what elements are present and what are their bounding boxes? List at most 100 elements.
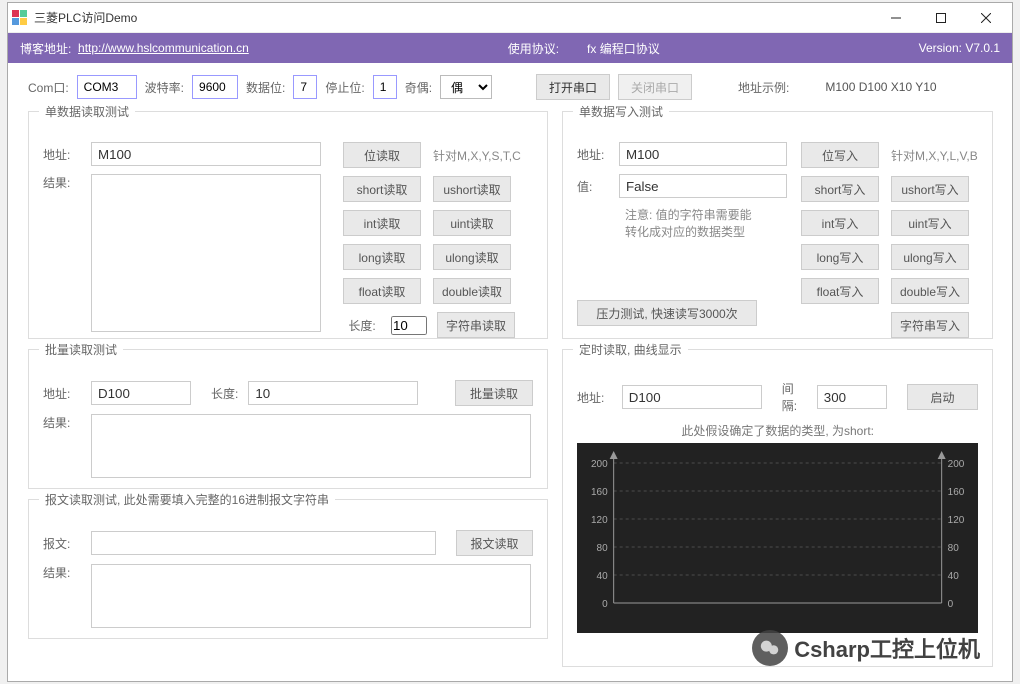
com-label: Com口: (28, 79, 69, 96)
stopbits-input[interactable] (373, 75, 397, 99)
msg-read-button[interactable]: 报文读取 (456, 530, 533, 556)
svg-text:120: 120 (948, 515, 965, 526)
sr-len-input[interactable] (391, 316, 427, 335)
sw-hint1: 注意: 值的字符串需要能 (625, 206, 787, 223)
uint-write-button[interactable]: uint写入 (891, 210, 969, 236)
long-write-button[interactable]: long写入 (801, 244, 879, 270)
svg-text:80: 80 (597, 543, 609, 554)
batch-read-group: 批量读取测试 地址: 长度: 批量读取 结果: (28, 349, 548, 489)
blog-label: 博客地址: (20, 40, 71, 57)
br-len-label: 长度: (211, 385, 238, 402)
titlebar: 三菱PLC访问Demo (8, 3, 1012, 33)
sr-result-area[interactable] (91, 174, 321, 332)
single-read-group: 单数据读取测试 地址: 结果: 位读取针对M,X,Y,S,T,C (28, 111, 548, 339)
svg-text:0: 0 (602, 599, 608, 610)
bit-write-button[interactable]: 位写入 (801, 142, 879, 168)
tr-interval-label: 间隔: (782, 380, 807, 414)
svg-text:160: 160 (591, 487, 608, 498)
mr-msg-input[interactable] (91, 531, 437, 555)
config-row: Com口: 波特率: 数据位: 停止位: 奇偶: 偶 打开串口 关闭串口 地址示… (8, 63, 1012, 111)
parity-label: 奇偶: (405, 79, 432, 96)
int-read-button[interactable]: int读取 (343, 210, 421, 236)
uint-read-button[interactable]: uint读取 (433, 210, 511, 236)
int-write-button[interactable]: int写入 (801, 210, 879, 236)
br-addr-input[interactable] (91, 381, 191, 405)
br-addr-label: 地址: (43, 385, 81, 402)
tr-interval-input[interactable] (817, 385, 887, 409)
protocol-value: fx 编程口协议 (587, 40, 660, 57)
watermark: Csharp工控上位机 (752, 630, 980, 666)
stopbits-label: 停止位: (325, 79, 364, 96)
br-len-input[interactable] (248, 381, 418, 405)
float-write-button[interactable]: float写入 (801, 278, 879, 304)
maximize-button[interactable] (918, 4, 963, 32)
minimize-button[interactable] (873, 4, 918, 32)
batch-read-button[interactable]: 批量读取 (455, 380, 533, 406)
bit-read-button[interactable]: 位读取 (343, 142, 421, 168)
com-input[interactable] (77, 75, 137, 99)
msg-read-group: 报文读取测试, 此处需要填入完整的16进制报文字符串 报文: 报文读取 结果: (28, 499, 548, 639)
window-title: 三菱PLC访问Demo (34, 9, 873, 26)
ulong-write-button[interactable]: ulong写入 (891, 244, 969, 270)
databits-input[interactable] (293, 75, 317, 99)
databits-label: 数据位: (246, 79, 285, 96)
wechat-icon (752, 630, 788, 666)
version-label: Version: V7.0.1 (919, 41, 1000, 55)
single-write-group: 单数据写入测试 地址: 值: 注意: 值的字符串需要能 转化成对应的数据类型 压… (562, 111, 993, 339)
mr-result-label: 结果: (43, 564, 81, 581)
mr-result-area[interactable] (91, 564, 531, 628)
double-write-button[interactable]: double写入 (891, 278, 969, 304)
string-read-button[interactable]: 字符串读取 (437, 312, 515, 338)
app-window: 三菱PLC访问Demo 博客地址: http://www.hslcommunic… (7, 2, 1013, 682)
pressure-test-button[interactable]: 压力测试, 快速读写3000次 (577, 300, 757, 326)
chart-area: 040 80120 160200 04080 120160200 (577, 443, 978, 633)
watermark-text: Csharp工控上位机 (794, 632, 980, 664)
baud-input[interactable] (192, 75, 238, 99)
svg-text:40: 40 (597, 571, 609, 582)
sw-addr-label: 地址: (577, 146, 609, 163)
svg-text:160: 160 (948, 487, 965, 498)
sw-hint-right: 针对M,X,Y,L,V,B (891, 147, 978, 164)
start-button[interactable]: 启动 (907, 384, 979, 410)
mr-msg-label: 报文: (43, 535, 81, 552)
sr-addr-input[interactable] (91, 142, 321, 166)
blog-link[interactable]: http://www.hslcommunication.cn (78, 41, 249, 55)
batch-read-legend: 批量读取测试 (39, 341, 123, 358)
float-read-button[interactable]: float读取 (343, 278, 421, 304)
ushort-read-button[interactable]: ushort读取 (433, 176, 511, 202)
parity-select[interactable]: 偶 (440, 75, 492, 99)
sr-addr-label: 地址: (43, 146, 81, 163)
string-write-button[interactable]: 字符串写入 (891, 312, 969, 338)
br-result-area[interactable] (91, 414, 531, 478)
ushort-write-button[interactable]: ushort写入 (891, 176, 969, 202)
msg-read-legend: 报文读取测试, 此处需要填入完整的16进制报文字符串 (39, 491, 335, 508)
timed-read-legend: 定时读取, 曲线显示 (573, 341, 688, 358)
ulong-read-button[interactable]: ulong读取 (433, 244, 511, 270)
svg-text:40: 40 (948, 571, 960, 582)
double-read-button[interactable]: double读取 (433, 278, 511, 304)
short-read-button[interactable]: short读取 (343, 176, 421, 202)
header-bar: 博客地址: http://www.hslcommunication.cn 使用协… (8, 33, 1012, 63)
chart-title: 此处假设确定了数据的类型, 为short: (577, 422, 978, 439)
close-button[interactable] (963, 4, 1008, 32)
sr-result-label: 结果: (43, 174, 81, 191)
tr-addr-input[interactable] (622, 385, 762, 409)
single-write-legend: 单数据写入测试 (573, 103, 669, 120)
addr-example-value: M100 D100 X10 Y10 (825, 80, 936, 94)
svg-text:200: 200 (948, 459, 965, 470)
svg-text:0: 0 (948, 599, 954, 610)
close-port-button[interactable]: 关闭串口 (618, 74, 692, 100)
sw-hint2: 转化成对应的数据类型 (625, 223, 787, 240)
sr-hint: 针对M,X,Y,S,T,C (433, 147, 521, 164)
long-read-button[interactable]: long读取 (343, 244, 421, 270)
sw-value-label: 值: (577, 178, 609, 195)
tr-addr-label: 地址: (577, 389, 612, 406)
baud-label: 波特率: (145, 79, 184, 96)
sw-addr-input[interactable] (619, 142, 787, 166)
protocol-label: 使用协议: (508, 40, 559, 57)
svg-text:200: 200 (591, 459, 608, 470)
short-write-button[interactable]: short写入 (801, 176, 879, 202)
open-port-button[interactable]: 打开串口 (536, 74, 610, 100)
timed-read-group: 定时读取, 曲线显示 地址: 间隔: 启动 此处假设确定了数据的类型, 为sho… (562, 349, 993, 667)
sw-value-input[interactable] (619, 174, 787, 198)
